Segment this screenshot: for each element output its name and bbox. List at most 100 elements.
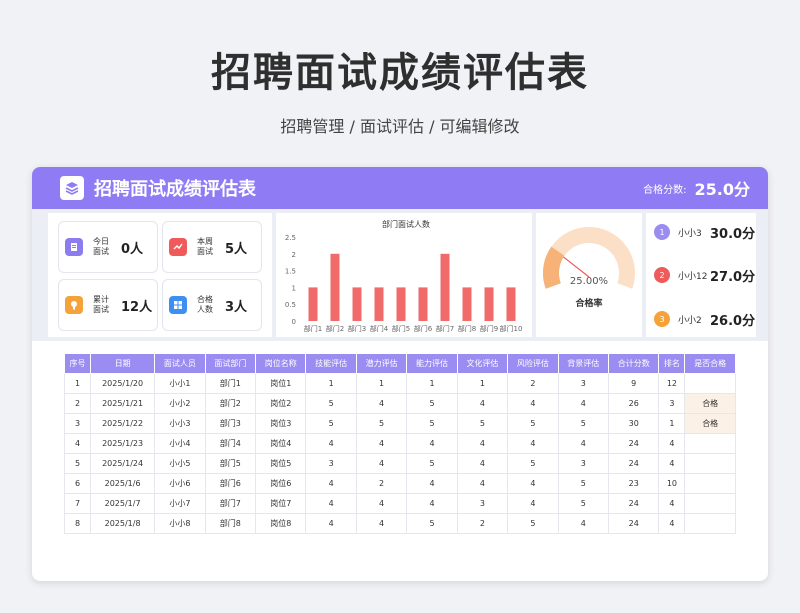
table-cell[interactable]: 小小1	[154, 373, 206, 394]
table-cell[interactable]: 4	[658, 513, 686, 534]
table-row[interactable]: 8 2025/1/8 小小8 部门8 岗位8 4 4 5 2 5 4 24 4	[64, 513, 736, 534]
table-cell[interactable]: 8	[64, 513, 91, 534]
table-cell[interactable]: 1	[456, 373, 509, 394]
table-cell[interactable]: 4	[456, 433, 509, 454]
table-cell[interactable]: 5	[305, 413, 357, 434]
table-cell[interactable]: 部门1	[204, 373, 257, 394]
table-cell[interactable]: 小小7	[154, 493, 206, 514]
table-cell[interactable]: 4	[305, 473, 357, 494]
table-cell[interactable]: 3	[305, 453, 357, 474]
table-cell[interactable]: 2025/1/24	[89, 453, 156, 474]
table-cell[interactable]: 4	[355, 493, 408, 514]
table-cell[interactable]: 4	[658, 433, 686, 454]
table-cell[interactable]: 2025/1/21	[89, 393, 156, 414]
table-cell[interactable]	[684, 493, 736, 514]
table-cell[interactable]: 小小4	[154, 433, 206, 454]
table-cell[interactable]: 4	[406, 493, 458, 514]
table-cell[interactable]: 小小6	[154, 473, 206, 494]
table-cell[interactable]: 4	[406, 473, 458, 494]
table-cell[interactable]	[684, 433, 736, 454]
table-cell[interactable]: 1	[305, 373, 357, 394]
table-cell[interactable]: 4	[305, 433, 357, 454]
table-cell[interactable]: 4	[507, 473, 559, 494]
table-cell[interactable]: 2	[507, 373, 559, 394]
table-cell[interactable]: 4	[355, 453, 408, 474]
table-cell[interactable]: 6	[64, 473, 91, 494]
table-cell[interactable]: 4	[305, 493, 357, 514]
table-row[interactable]: 4 2025/1/23 小小4 部门4 岗位4 4 4 4 4 4 4 24 4	[64, 433, 736, 454]
table-cell[interactable]: 4	[305, 513, 357, 534]
table-cell[interactable]: 2	[64, 393, 91, 414]
table-cell[interactable]: 小小8	[154, 513, 206, 534]
table-cell[interactable]: 小小2	[154, 393, 206, 414]
table-row[interactable]: 5 2025/1/24 小小5 部门5 岗位5 3 4 5 4 5 3 24 4	[64, 453, 736, 474]
table-cell[interactable]: 岗位5	[255, 453, 307, 474]
table-cell[interactable]: 7	[64, 493, 91, 514]
table-cell[interactable]: 5	[557, 493, 610, 514]
table-cell[interactable]: 5	[507, 453, 559, 474]
table-cell[interactable]: 部门2	[204, 393, 257, 414]
table-cell[interactable]: 24	[607, 493, 660, 514]
table-cell[interactable]: 4	[507, 393, 559, 414]
table-cell[interactable]: 4	[406, 433, 458, 454]
table-cell[interactable]: 5	[507, 413, 559, 434]
table-cell[interactable]: 合格	[684, 393, 736, 414]
table-cell[interactable]: 岗位6	[255, 473, 307, 494]
table-cell[interactable]: 4	[658, 493, 686, 514]
table-row[interactable]: 6 2025/1/6 小小6 部门6 岗位6 4 2 4 4 4 5 23 10	[64, 473, 736, 494]
table-cell[interactable]: 合格	[684, 413, 736, 434]
table-cell[interactable]: 1	[355, 373, 408, 394]
table-cell[interactable]: 岗位3	[255, 413, 307, 434]
table-cell[interactable]: 2025/1/20	[89, 373, 156, 394]
table-cell[interactable]: 小小5	[154, 453, 206, 474]
table-cell[interactable]: 岗位4	[255, 433, 307, 454]
table-cell[interactable]	[684, 473, 736, 494]
table-cell[interactable]	[684, 453, 736, 474]
table-cell[interactable]: 部门3	[204, 413, 257, 434]
table-cell[interactable]: 12	[658, 373, 686, 394]
table-cell[interactable]: 5	[64, 453, 91, 474]
table-cell[interactable]: 10	[658, 473, 686, 494]
table-cell[interactable]: 4	[456, 393, 509, 414]
table-cell[interactable]: 5	[406, 513, 458, 534]
table-cell[interactable]: 2025/1/7	[89, 493, 156, 514]
table-cell[interactable]: 2	[355, 473, 408, 494]
table-cell[interactable]: 26	[607, 393, 660, 414]
table-cell[interactable]: 30	[607, 413, 660, 434]
table-cell[interactable]: 4	[456, 453, 509, 474]
table-cell[interactable]: 4	[355, 393, 408, 414]
table-cell[interactable]: 5	[406, 413, 458, 434]
table-cell[interactable]: 岗位8	[255, 513, 307, 534]
table-row[interactable]: 1 2025/1/20 小小1 部门1 岗位1 1 1 1 1 2 3 9 12	[64, 373, 736, 394]
table-cell[interactable]: 1	[658, 413, 686, 434]
table-cell[interactable]: 4	[507, 433, 559, 454]
table-cell[interactable]: 4	[64, 433, 91, 454]
table-row[interactable]: 2 2025/1/21 小小2 部门2 岗位2 5 4 5 4 4 4 26 3 合格	[64, 393, 736, 414]
table-cell[interactable]: 3	[557, 373, 610, 394]
table-cell[interactable]: 23	[607, 473, 660, 494]
table-cell[interactable]: 部门5	[204, 453, 257, 474]
table-cell[interactable]: 1	[406, 373, 458, 394]
table-cell[interactable]: 3	[64, 413, 91, 434]
table-cell[interactable]: 4	[507, 493, 559, 514]
table-cell[interactable]: 岗位1	[255, 373, 307, 394]
table-cell[interactable]: 24	[607, 433, 660, 454]
table-cell[interactable]: 5	[507, 513, 559, 534]
table-cell[interactable]: 4	[456, 473, 509, 494]
table-cell[interactable]: 3	[658, 393, 686, 414]
table-cell[interactable]: 2	[456, 513, 509, 534]
table-cell[interactable]: 4	[355, 433, 408, 454]
table-cell[interactable]: 4	[557, 393, 610, 414]
table-cell[interactable]: 小小3	[154, 413, 206, 434]
table-cell[interactable]: 5	[557, 473, 610, 494]
table-cell[interactable]: 4	[658, 453, 686, 474]
table-row[interactable]: 3 2025/1/22 小小3 部门3 岗位3 5 5 5 5 5 5 30 1 合格	[64, 413, 736, 434]
table-cell[interactable]: 5	[456, 413, 509, 434]
table-cell[interactable]: 5	[406, 453, 458, 474]
table-cell[interactable]: 4	[355, 513, 408, 534]
table-cell[interactable]: 5	[557, 413, 610, 434]
table-cell[interactable]: 2025/1/22	[89, 413, 156, 434]
table-cell[interactable]: 部门6	[204, 473, 257, 494]
table-cell[interactable]	[684, 373, 736, 394]
table-cell[interactable]: 3	[557, 453, 610, 474]
